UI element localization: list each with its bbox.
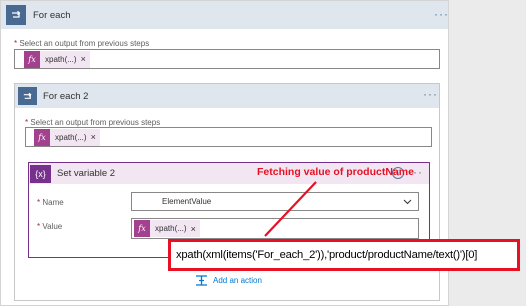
fx-icon: fx [24, 50, 40, 68]
more-options-icon[interactable]: ··· [434, 7, 449, 21]
xpath-token-3[interactable]: fx xpath(...) × [134, 220, 200, 237]
foreach2-header[interactable]: For each 2 [15, 84, 439, 108]
foreach-header[interactable]: For each [1, 1, 448, 29]
add-action-button[interactable]: Add an action [196, 275, 262, 286]
foreach-title: For each [33, 9, 71, 21]
remove-token-icon[interactable]: × [81, 54, 90, 64]
foreach2-title: For each 2 [43, 90, 89, 102]
xpath-token-2[interactable]: fx xpath(...) × [34, 128, 100, 146]
fx-icon-3: fx [134, 220, 150, 237]
value-label-text: Value [42, 222, 63, 231]
set-variable-title: Set variable 2 [57, 168, 116, 179]
xpath-token[interactable]: fx xpath(...) × [24, 50, 90, 68]
loop-icon [6, 5, 26, 25]
name-label: * Name [37, 198, 64, 207]
remove-token-icon-2[interactable]: × [91, 132, 100, 142]
token-label-2: xpath(...) [55, 132, 87, 142]
foreach2-select-label: * Select an output from previous steps [25, 118, 161, 127]
expression-text: xpath(xml(items('For_each_2')),'product/… [176, 249, 478, 261]
foreach2-select-input[interactable]: fx xpath(...) × [25, 127, 432, 147]
remove-token-icon-3[interactable]: × [191, 224, 200, 234]
foreach-select-label: * Select an output from previous steps [14, 39, 150, 48]
annotation-text: Fetching value of productName [257, 166, 414, 178]
name-dropdown[interactable]: ElementValue [131, 192, 419, 211]
loop-icon-2 [18, 87, 37, 105]
chevron-down-icon [403, 197, 412, 207]
value-label: * Value [37, 222, 63, 231]
fx-icon-2: fx [34, 128, 50, 146]
more-options-icon-2[interactable]: ··· [423, 87, 438, 101]
token-label: xpath(...) [45, 54, 77, 64]
value-input[interactable]: fx xpath(...) × [131, 218, 419, 239]
expression-callout: xpath(xml(items('For_each_2')),'product/… [168, 239, 520, 271]
foreach-select-input[interactable]: fx xpath(...) × [14, 49, 440, 69]
add-action-label: Add an action [213, 276, 262, 285]
foreach2-select-label-text: Select an output from previous steps [30, 118, 161, 127]
variable-icon: {x} [30, 164, 51, 183]
add-action-icon [196, 275, 207, 286]
name-label-text: Name [42, 198, 64, 207]
token-label-3: xpath(...) [155, 224, 187, 233]
name-dropdown-value: ElementValue [162, 197, 212, 206]
foreach-select-label-text: Select an output from previous steps [19, 39, 150, 48]
